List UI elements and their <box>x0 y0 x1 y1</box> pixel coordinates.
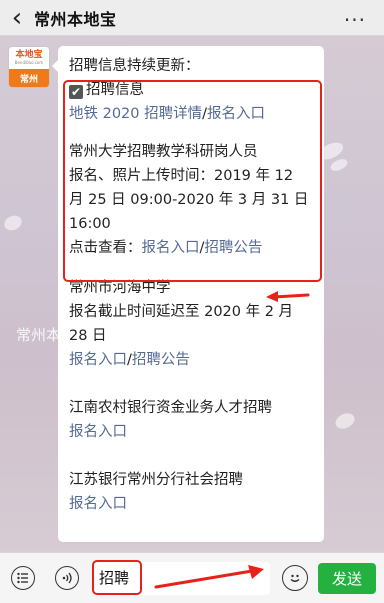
cczu-notice-link[interactable]: 招聘公告 <box>204 240 262 256</box>
metro-signup-link[interactable]: 报名入口 <box>207 106 265 122</box>
input-bar: 招聘 发送 <box>0 552 384 603</box>
hhu-signup-link[interactable]: 报名入口 <box>69 352 127 368</box>
hhu-links-row: 报名入口/招聘公告 <box>69 348 314 372</box>
top-bar: ‹ 常州本地宝 ··· <box>0 0 384 36</box>
cczu-date-line: 16:00 <box>69 216 111 232</box>
more-button[interactable]: ··· <box>344 8 366 32</box>
cczu-date-line: 报名、照片上传时间：2019 年 12 <box>69 168 294 184</box>
petal-decoration <box>332 410 358 432</box>
jsbank-title: 江苏银行常州分行社会招聘 <box>69 472 243 488</box>
emoji-button[interactable] <box>282 565 308 591</box>
voice-button[interactable] <box>55 566 79 590</box>
emoji-icon <box>290 574 300 582</box>
cczu-signup-link[interactable]: 报名入口 <box>142 240 200 256</box>
section-title: 招聘信息 <box>86 82 144 98</box>
send-button[interactable]: 发送 <box>318 563 376 594</box>
hhu-notice-link[interactable]: 招聘公告 <box>132 352 190 368</box>
rural-bank-title: 江南农村银行资金业务人才招聘 <box>69 400 272 416</box>
metro-details-link[interactable]: 地铁 2020 招聘详情 <box>69 106 202 122</box>
cczu-links-row: 点击查看：报名入口/招聘公告 <box>69 236 314 260</box>
annotation-arrow <box>154 565 264 589</box>
message-intro: 招聘信息持续更新： <box>69 58 200 74</box>
voice-icon <box>62 572 72 584</box>
checkbox-icon: ✔ <box>69 85 83 99</box>
chat-title: 常州本地宝 <box>34 9 117 29</box>
sender-avatar[interactable]: 本地宝 Bendibao.com 常州 <box>9 47 49 87</box>
rural-bank-signup-link[interactable]: 报名入口 <box>69 424 127 440</box>
cczu-title: 常州大学招聘教学科研岗人员 <box>69 144 258 160</box>
list-menu-icon <box>17 572 28 584</box>
back-button[interactable]: ‹ <box>0 0 34 36</box>
more-dots-icon: ··· <box>343 8 366 32</box>
avatar-logo: 本地宝 Bendibao.com <box>9 47 49 69</box>
avatar-logo-url: Bendibao.com <box>14 60 44 65</box>
petal-decoration <box>328 156 350 174</box>
rural-bank-row: 报名入口 <box>69 420 314 444</box>
cczu-prefix: 点击查看： <box>69 240 142 256</box>
avatar-city-label: 常州 <box>9 69 49 87</box>
cczu-date-line: 月 25 日 09:00-2020 年 3 月 31 日 <box>69 192 309 208</box>
menu-toggle-button[interactable] <box>11 566 35 590</box>
metro-row: 地铁 2020 招聘详情/报名入口 <box>69 102 314 126</box>
jsbank-row: 报名入口 <box>69 492 314 516</box>
annotation-arrow <box>266 291 310 302</box>
input-highlight-box <box>92 560 142 595</box>
hhu-deadline-line: 报名截止时间延迟至 2020 年 2 月 <box>69 304 294 320</box>
chevron-left-icon: ‹ <box>11 2 23 33</box>
hhu-deadline-line: 28 日 <box>69 328 107 344</box>
jsbank-signup-link[interactable]: 报名入口 <box>69 496 127 512</box>
petal-decoration <box>1 212 25 234</box>
avatar-logo-text: 本地宝 <box>15 50 43 60</box>
section-heading: ✔ 招聘信息 <box>69 78 314 102</box>
